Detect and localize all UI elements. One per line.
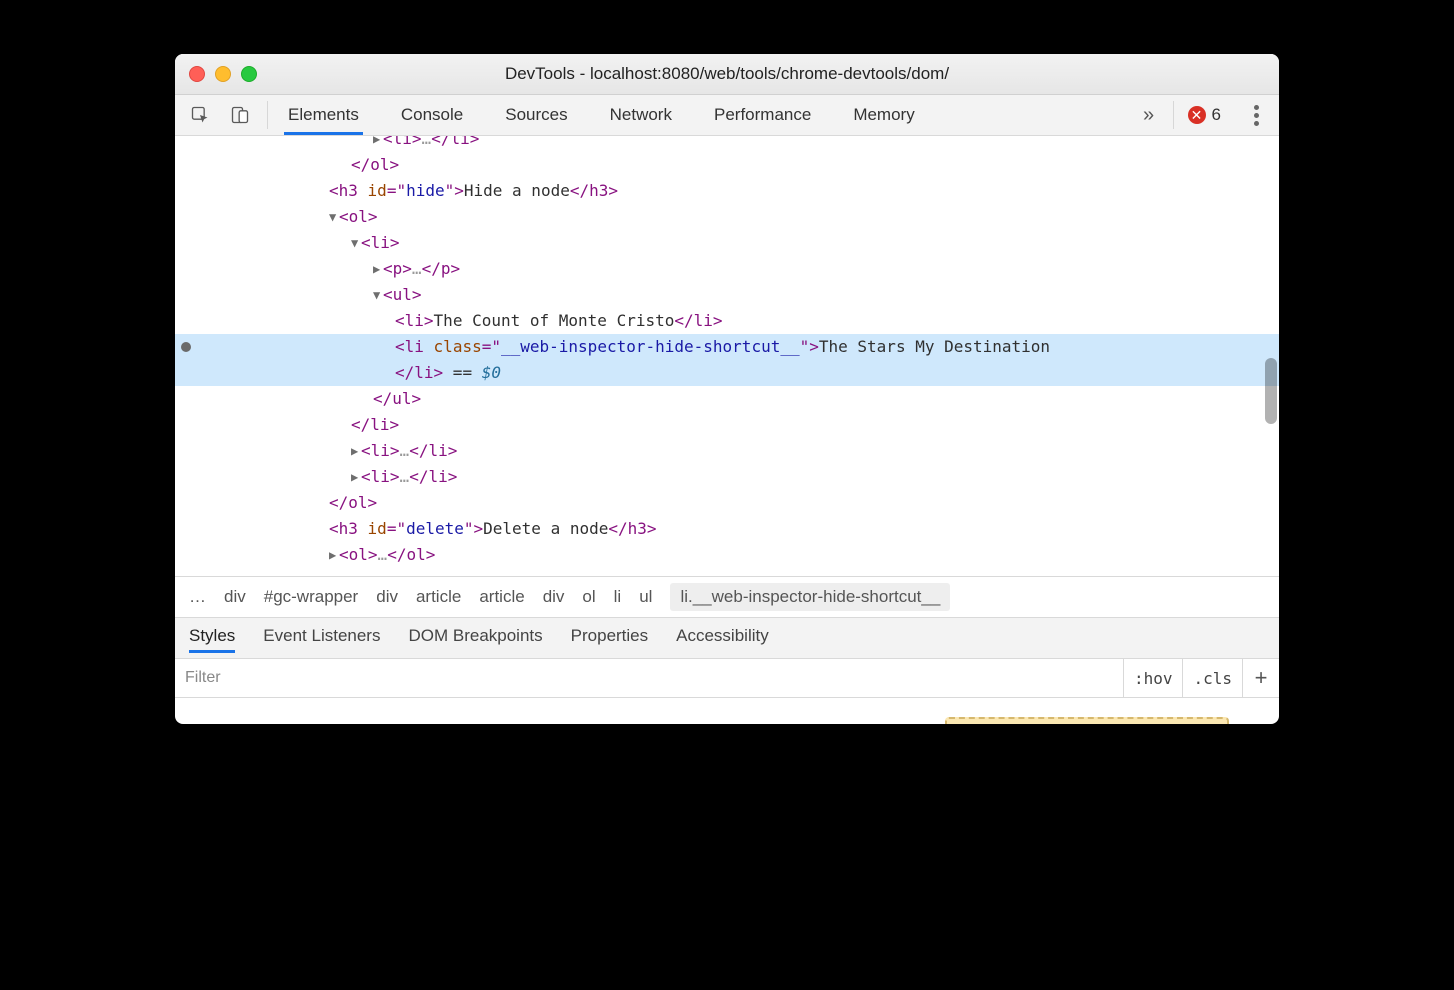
styles-filter-bar: :hov .cls + [175,659,1279,698]
titlebar: DevTools - localhost:8080/web/tools/chro… [175,54,1279,95]
dom-tree-row[interactable]: ▼<ul> [175,282,1279,308]
dom-tree-row[interactable]: ▼<ol> [175,204,1279,230]
overflow-menu-chevron-icon[interactable]: » [1135,95,1163,135]
device-toolbar-icon[interactable] [223,95,257,135]
breadcrumb-item[interactable]: ul [639,587,652,607]
hover-toggle[interactable]: :hov [1123,659,1183,697]
subtab-properties[interactable]: Properties [571,626,648,652]
tab-console[interactable]: Console [397,95,467,135]
subtab-event-listeners[interactable]: Event Listeners [263,626,380,652]
toolbar-separator [267,101,268,129]
breadcrumb: …div#gc-wrapperdivarticlearticledivolliu… [175,576,1279,617]
window-title: DevTools - localhost:8080/web/tools/chro… [189,64,1265,84]
settings-menu-icon[interactable] [1246,105,1267,126]
dom-tree-row[interactable]: ▶<li>…</li> [175,464,1279,490]
close-button[interactable] [189,66,205,82]
tab-sources[interactable]: Sources [501,95,571,135]
inspect-element-icon[interactable] [183,95,217,135]
scrollbar-thumb[interactable] [1265,358,1277,424]
dom-tree-row[interactable]: </li> == $0 [175,360,1279,386]
tab-elements[interactable]: Elements [284,95,363,135]
dom-tree-row[interactable]: </ol> [175,490,1279,516]
traffic-lights [189,66,257,82]
panel-tabs: Elements Console Sources Network Performance… [278,95,1129,135]
expand-caret-icon[interactable]: ▶ [351,464,361,490]
maximize-button[interactable] [241,66,257,82]
breadcrumb-item[interactable]: div [543,587,565,607]
expand-caret-icon[interactable]: ▼ [351,230,361,256]
expand-caret-icon[interactable]: ▼ [373,282,383,308]
subtab-styles[interactable]: Styles [189,626,235,652]
breadcrumb-item[interactable]: … [189,587,206,607]
breadcrumb-item[interactable]: #gc-wrapper [264,587,359,607]
styles-subtabs: Styles Event Listeners DOM Breakpoints Prop… [175,617,1279,659]
expand-caret-icon[interactable]: ▼ [329,204,339,230]
dom-tree-row[interactable]: ▶<li>…</li> [175,438,1279,464]
elements-panel: ▶<li>…</li></ol><h3 id="hide">Hide a nod… [175,136,1279,576]
error-icon: ✕ [1188,106,1206,124]
breadcrumb-item[interactable]: div [224,587,246,607]
breadcrumb-item[interactable]: article [479,587,524,607]
breadcrumb-item[interactable]: article [416,587,461,607]
breadcrumb-item[interactable]: div [376,587,398,607]
toolbar-right: ✕ 6 [1184,95,1271,135]
dom-tree-row[interactable]: </ul> [175,386,1279,412]
devtools-window: DevTools - localhost:8080/web/tools/chro… [175,54,1279,724]
dom-tree-row[interactable]: ▶<li>…</li> [175,136,1279,152]
expand-caret-icon[interactable]: ▶ [329,542,339,568]
error-count-badge[interactable]: ✕ 6 [1188,105,1221,125]
breadcrumb-item[interactable]: ol [582,587,595,607]
breadcrumb-item[interactable]: li [614,587,622,607]
box-model-margin-chip [945,717,1229,724]
expand-caret-icon[interactable]: ▶ [373,136,383,152]
minimize-button[interactable] [215,66,231,82]
tab-performance[interactable]: Performance [710,95,815,135]
error-count: 6 [1212,105,1221,125]
dom-tree-row[interactable]: ▶<p>…</p> [175,256,1279,282]
dom-tree[interactable]: ▶<li>…</li></ol><h3 id="hide">Hide a nod… [175,136,1279,568]
class-toggle[interactable]: .cls [1182,659,1242,697]
dom-tree-row[interactable]: ▼<li> [175,230,1279,256]
toolbar-separator [1173,101,1174,129]
tab-memory[interactable]: Memory [849,95,918,135]
subtab-dom-breakpoints[interactable]: DOM Breakpoints [408,626,542,652]
main-toolbar: Elements Console Sources Network Performance… [175,95,1279,136]
dom-tree-row[interactable]: </li> [175,412,1279,438]
dom-tree-row[interactable]: <h3 id="hide">Hide a node</h3> [175,178,1279,204]
dom-tree-row[interactable]: </ol> [175,152,1279,178]
subtab-accessibility[interactable]: Accessibility [676,626,769,652]
breadcrumb-item[interactable]: li.__web-inspector-hide-shortcut__ [670,583,950,611]
new-style-rule-button[interactable]: + [1242,659,1279,697]
dom-tree-row[interactable]: <li class="__web-inspector-hide-shortcut… [175,334,1279,360]
hidden-node-indicator-icon [181,342,191,352]
expand-caret-icon[interactable]: ▶ [351,438,361,464]
expand-caret-icon[interactable]: ▶ [373,256,383,282]
dom-tree-row[interactable]: <li>The Count of Monte Cristo</li> [175,308,1279,334]
dom-tree-row[interactable]: ▶<ol>…</ol> [175,542,1279,568]
styles-filter-input[interactable] [175,659,1123,697]
dom-tree-row[interactable]: <h3 id="delete">Delete a node</h3> [175,516,1279,542]
styles-body [175,698,1279,724]
tab-network[interactable]: Network [606,95,676,135]
